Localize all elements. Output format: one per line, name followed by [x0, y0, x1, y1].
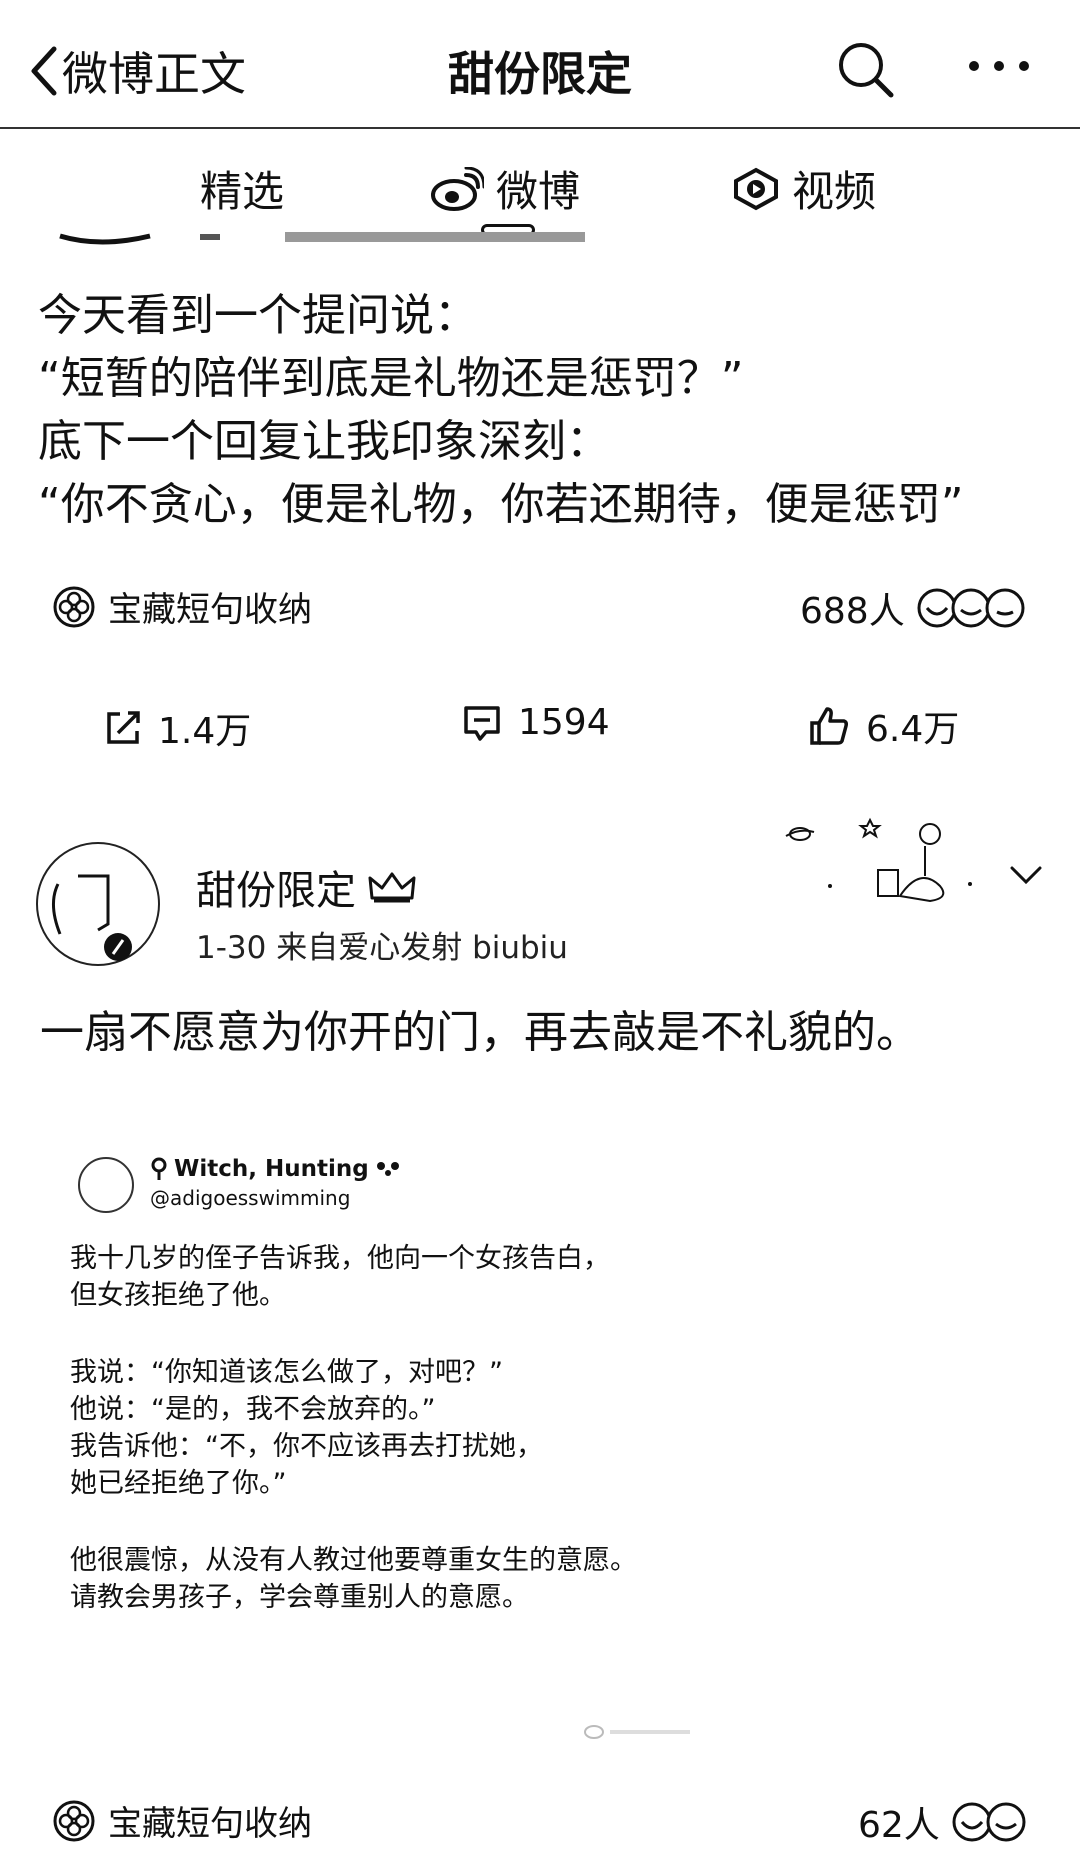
tweet-paragraph: 他很震惊，从没有人教过他要尊重女生的意愿。 请教会男孩子，学会尊重别人的意愿。 — [70, 1542, 637, 1616]
decorative-sticker-image — [785, 817, 972, 903]
tab-weibo-label: 微博 — [496, 167, 581, 216]
tweet-line: 我十几岁的侄子告诉我，他向一个女孩告白， — [70, 1243, 610, 1274]
post-line: 今天看到一个提问说： — [38, 290, 478, 341]
scrolled-content-edge — [0, 230, 1080, 250]
tab-featured-label: 精选 — [200, 167, 285, 216]
tab-weibo[interactable]: 微博 — [430, 158, 580, 219]
tweet-line: 我说：“你知道该怎么做了，对吧？” — [70, 1357, 503, 1388]
avatar-stack-icon — [952, 1802, 1026, 1842]
comment-button[interactable]: 1594 — [462, 702, 610, 743]
topic-link[interactable]: 宝藏短句收纳 — [52, 582, 312, 631]
participants[interactable]: 62人 — [858, 1796, 1034, 1848]
comment-icon — [464, 705, 500, 741]
search-icon[interactable] — [836, 40, 896, 100]
pin-icon — [151, 1157, 167, 1180]
tweet-line: 请教会男孩子，学会尊重别人的意愿。 — [70, 1582, 529, 1613]
tweet-line: 他说：“是的，我不会放弃的。” — [70, 1394, 436, 1425]
tab-featured[interactable]: 精选 — [200, 158, 284, 219]
tab-video-label: 视频 — [792, 167, 877, 216]
avatar[interactable] — [36, 842, 160, 966]
comment-count: 1594 — [518, 702, 610, 743]
participant-count: 688人 — [800, 591, 905, 632]
topic-flower-icon — [53, 1800, 95, 1841]
post-text: 一扇不愿意为你开的门，再去敲是不礼貌的。 — [40, 1007, 920, 1058]
more-options-icon[interactable] — [964, 40, 1034, 100]
topic-flower-icon — [53, 586, 95, 627]
image-watermark — [584, 1725, 690, 1739]
tweet-author-name: Witch, Hunting — [174, 1156, 369, 1182]
repost-count: 1.4万 — [158, 711, 252, 752]
tweet-line: 但女孩拒绝了他。 — [70, 1280, 286, 1311]
post-line: “你不贪心，便是礼物，你若还期待，便是惩罚” — [38, 479, 964, 530]
tweet-line: 他很震惊，从没有人教过他要尊重女生的意愿。 — [70, 1545, 637, 1576]
tweet-avatar — [78, 1157, 134, 1213]
chevron-down-icon[interactable] — [1008, 864, 1044, 886]
topic-link[interactable]: 宝藏短句收纳 — [52, 1796, 312, 1845]
tweet-line: 她已经拒绝了你。” — [70, 1468, 287, 1499]
post-text: 今天看到一个提问说： “短暂的陪伴到底是礼物还是惩罚？” 底下一个回复让我印象深… — [38, 284, 964, 536]
like-count: 6.4万 — [866, 709, 960, 750]
post-image[interactable]: Witch, Hunting @adigoesswimming 我十几岁的侄子告… — [40, 1140, 1040, 1760]
participants[interactable]: 688人 — [800, 582, 1033, 634]
video-play-icon — [734, 167, 778, 210]
like-button[interactable]: 6.4万 — [808, 700, 959, 752]
tweet-author: Witch, Hunting — [150, 1156, 401, 1182]
topic-label: 宝藏短句收纳 — [108, 1804, 312, 1844]
page-title: 甜份限定 — [448, 47, 632, 101]
post-line: “短暂的陪伴到底是礼物还是惩罚？” — [38, 353, 744, 404]
tweet-paragraph: 我十几岁的侄子告诉我，他向一个女孩告白， 但女孩拒绝了他。 — [70, 1240, 610, 1314]
participant-count: 62人 — [858, 1805, 940, 1846]
post-line: 底下一个回复让我印象深刻： — [38, 416, 610, 467]
paw-emoji-icon — [376, 1162, 399, 1176]
repost-button[interactable]: 1.4万 — [104, 702, 251, 754]
tweet-paragraph: 我说：“你知道该怎么做了，对吧？” 他说：“是的，我不会放弃的。” 我告诉他：“… — [70, 1354, 543, 1502]
thumbs-up-icon — [810, 707, 848, 745]
weibo-logo-icon — [431, 166, 484, 211]
post-meta: 1-30 来自爱心发射 biubiu — [196, 930, 568, 966]
crown-badge-icon — [368, 872, 416, 903]
top-bar: 微博正文 甜份限定 — [0, 0, 1080, 129]
author[interactable]: 甜份限定 — [196, 858, 418, 916]
tweet-line: 我告诉他：“不，你不应该再去打扰她， — [70, 1431, 543, 1462]
avatar-stack-icon — [917, 588, 1025, 628]
topic-label: 宝藏短句收纳 — [108, 590, 312, 630]
author-name: 甜份限定 — [196, 868, 356, 914]
tweet-handle: @adigoesswimming — [150, 1186, 351, 1210]
tab-video[interactable]: 视频 — [732, 158, 876, 219]
repost-icon — [107, 711, 140, 744]
